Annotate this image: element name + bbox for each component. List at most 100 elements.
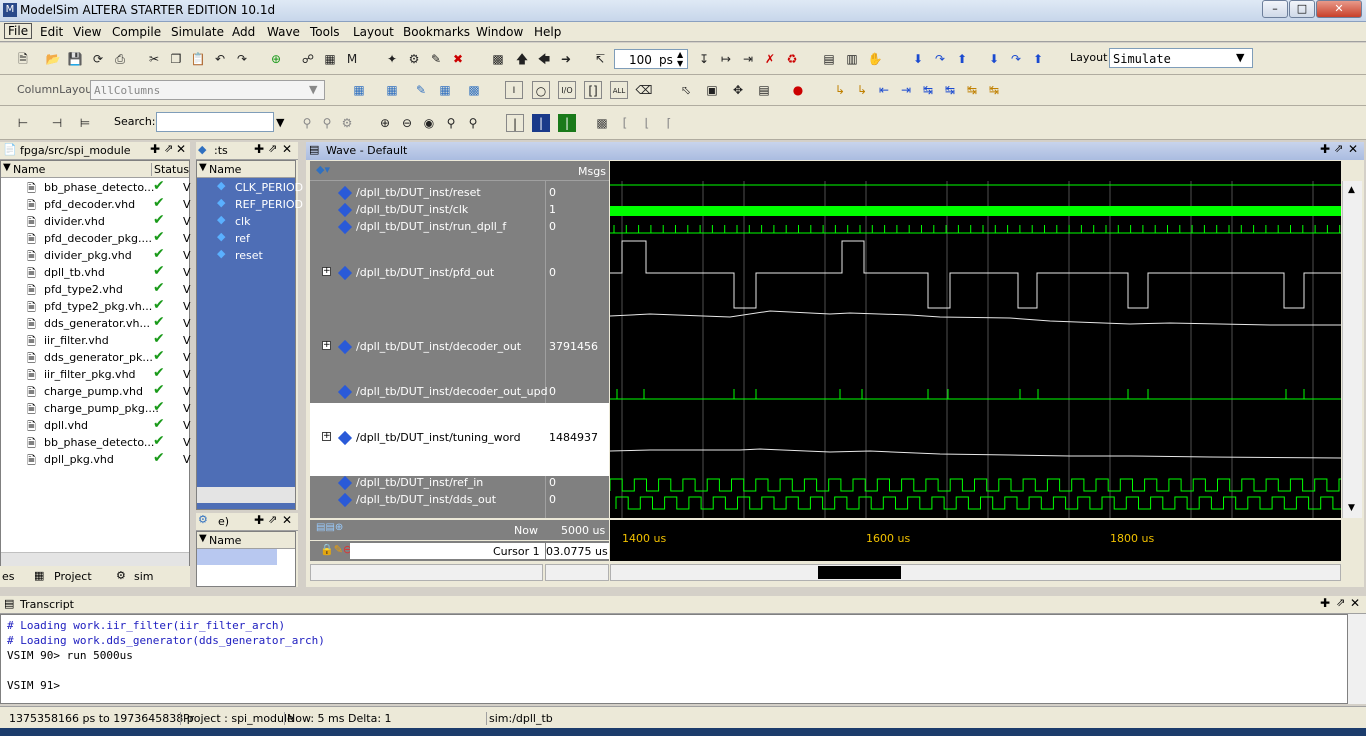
menu-view[interactable]: View [73,25,101,39]
signal-row[interactable]: /dpll_tb/DUT_inst/ref_in 0 [310,475,609,492]
dock-icon[interactable]: ✚ [1320,596,1330,610]
zoom-full-icon[interactable]: ◉ [420,114,438,132]
edge-icon-2[interactable]: ↳ [853,81,871,99]
wave-v-scrollbar[interactable]: ▲ ▼ [1342,181,1362,518]
compile-icon[interactable]: ▦ [321,50,339,68]
menu-help[interactable]: Help [534,25,561,39]
zoom-out-icon[interactable]: ⊖ [398,114,416,132]
fit-icon[interactable]: ▤ [755,81,773,99]
list-item[interactable]: 🗎 iir_filter_pkg.vhd ✔ V [1,365,191,383]
break-icon[interactable]: ✦ [383,50,401,68]
signal-row[interactable]: + /dpll_tb/DUT_inst/pfd_out 0 [310,265,609,282]
signal-row[interactable]: /dpll_tb/DUT_inst/clk 1 [310,202,609,219]
wave-add-icon[interactable]: ◆▾ [316,163,330,176]
wave-h-scrollbar[interactable] [610,564,1341,581]
column-layout-select[interactable]: AllColumns ▼ [90,80,325,100]
selected-row[interactable] [197,549,277,565]
cursor-icons[interactable]: 🔒✎⊖ [320,543,352,556]
close-icon[interactable]: ✕ [1350,596,1360,610]
cursor-delete-icon[interactable]: | [532,114,550,132]
all-icon[interactable]: ALL [610,81,628,99]
list-item[interactable]: 🗎 divider_pkg.vhd ✔ V [1,246,191,264]
chevron-down-icon[interactable]: ▼ [309,83,317,96]
zoom-box-icon[interactable]: ▣ [703,81,721,99]
edge-icon-4[interactable]: ⇥ [897,81,915,99]
io-icon[interactable]: I/O [558,81,576,99]
list-item[interactable]: 🗎 dpll_tb.vhd ✔ V [1,263,191,281]
menu-edit[interactable]: Edit [40,25,63,39]
tab-sim[interactable]: sim [134,570,154,583]
dock-icon[interactable]: ✚ [254,513,264,527]
bracket-low-icon[interactable]: ⌊ [638,114,656,132]
list-item[interactable]: 🗎 iir_filter.vhd ✔ V [1,331,191,349]
list-item[interactable]: 🗎 divider.vhd ✔ V [1,212,191,230]
wave-h-scrollbar-values[interactable] [545,564,609,581]
now-icons[interactable]: ▤▤⊕ [316,522,343,533]
expand-icon[interactable]: + [322,341,331,350]
menu-layout[interactable]: Layout [353,25,394,39]
step-out-icon[interactable]: ⬆ [953,50,971,68]
tab-es[interactable]: es [2,570,15,583]
runtime-input[interactable]: 100 ps ▲ ▼ [614,49,688,69]
step-back-icon[interactable]: ⬇ [985,50,1003,68]
window-icon-5[interactable]: ▩ [465,81,483,99]
modelsim-icon[interactable]: M [343,50,361,68]
bracket-icon[interactable]: [] [584,81,602,99]
zoom-last-icon[interactable]: ⚲ [464,114,482,132]
edge-icon-6[interactable]: ↹ [941,81,959,99]
forward-arrow-icon[interactable]: ➜ [557,50,575,68]
list-item[interactable]: 🗎 pfd_type2.vhd ✔ V [1,280,191,298]
grid-icon[interactable]: ▩ [593,114,611,132]
menu-add[interactable]: Add [232,25,255,39]
list-item[interactable]: ◆ clk [197,213,295,230]
edge-icon-8[interactable]: ↹ [985,81,1003,99]
add-icon[interactable]: ⊕ [267,50,285,68]
minimize-button[interactable]: – [1262,0,1288,18]
signal-row[interactable]: /dpll_tb/DUT_inst/reset 0 [310,185,609,202]
close-icon[interactable]: ✕ [282,513,292,527]
col-name[interactable]: Name [209,534,241,547]
print-icon[interactable]: ⎙ [111,50,129,68]
cursor-lock-icon[interactable]: | [558,114,576,132]
open-icon[interactable]: 📂 [44,50,62,68]
close-icon[interactable]: ✕ [176,142,186,156]
list-item[interactable]: 🗎 dpll_pkg.vhd ✔ V [1,450,191,468]
h-scrollbar[interactable] [197,487,295,503]
search-options-icon[interactable]: ⚙ [338,114,356,132]
eraser-icon[interactable]: ⌫ [635,81,653,99]
signal-filter-icon[interactable]: ⊨ [76,114,94,132]
edge-icon-7[interactable]: ↹ [963,81,981,99]
zoom-cursor-icon[interactable]: ⚲ [442,114,460,132]
list-item[interactable]: 🗎 dds_generator.vh... ✔ V [1,314,191,332]
reload-icon[interactable]: ⟳ [89,50,107,68]
float-icon[interactable]: ⇗ [268,513,277,526]
pointer-icon[interactable]: ⬁ [677,81,695,99]
hand-icon[interactable]: ✋ [866,50,884,68]
edge-icon-1[interactable]: ↳ [831,81,849,99]
window-icon-2[interactable]: ▦ [383,81,401,99]
restart-icon[interactable]: ♻ [783,50,801,68]
signal-row[interactable]: /dpll_tb/DUT_inst/run_dpll_f 0 [310,219,609,236]
redo-icon[interactable]: ↷ [233,50,251,68]
sort-icon[interactable]: ▼ [199,533,207,544]
edit-icon[interactable]: ✎ [427,50,445,68]
nav-icon[interactable]: ▩ [489,50,507,68]
sort-icon[interactable]: ▼ [199,162,207,173]
dock-icon[interactable]: ✚ [254,142,264,156]
signal-row[interactable]: /dpll_tb/DUT_inst/dds_out 0 [310,492,609,509]
binoculars-icon[interactable]: ☍ [299,50,317,68]
run-all-icon[interactable]: ⇥ [739,50,757,68]
list-item[interactable]: 🗎 bb_phase_detecto... ✔ V [1,433,191,451]
step-icon[interactable]: ⬇ [909,50,927,68]
list-item[interactable]: 🗎 charge_pump_pkg.... ✔ V [1,399,191,417]
signal-row[interactable]: + /dpll_tb/DUT_inst/decoder_out 3791456 [310,339,609,356]
tab-project[interactable]: Project [54,570,92,583]
list-item[interactable]: 🗎 pfd_decoder_pkg.... ✔ V [1,229,191,247]
search-icon[interactable]: ⚲ [298,114,316,132]
search-prev-icon[interactable]: ⚲ [318,114,336,132]
cut-icon[interactable]: ✂ [145,50,163,68]
transcript-v-scrollbar[interactable] [1348,614,1366,704]
col-name[interactable]: Name [209,163,241,176]
expand-icon[interactable]: + [322,432,331,441]
tool-icon[interactable]: ⚙ [405,50,423,68]
